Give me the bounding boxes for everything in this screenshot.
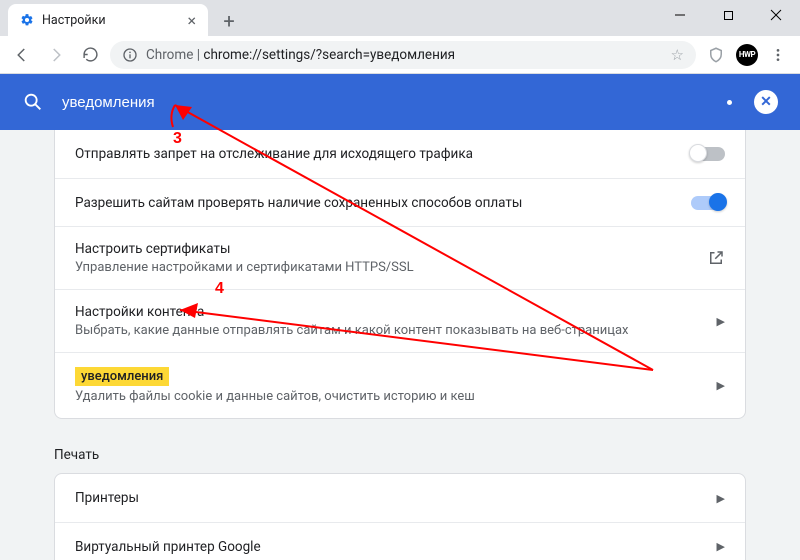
reload-button[interactable]: [76, 41, 104, 69]
tab-close-icon[interactable]: ×: [187, 11, 196, 30]
browser-toolbar: Chrome | chrome://settings/?search=уведо…: [0, 36, 800, 74]
section-print-label: Печать: [54, 443, 746, 463]
clear-search-button[interactable]: ✕: [754, 90, 778, 114]
row-content-settings[interactable]: Настройки контента Выбрать, какие данные…: [55, 289, 745, 352]
settings-search-input[interactable]: [62, 94, 727, 111]
chevron-right-icon: ▶: [717, 492, 725, 505]
back-button[interactable]: [8, 41, 36, 69]
row-subtitle: Управление настройками и сертификатами H…: [75, 260, 707, 275]
toggle-on[interactable]: [691, 196, 725, 210]
shield-icon[interactable]: [702, 41, 730, 69]
row-certificates[interactable]: Настроить сертификаты Управление настрой…: [55, 226, 745, 289]
gear-icon: [20, 13, 34, 27]
new-tab-button[interactable]: +: [214, 6, 244, 36]
chevron-right-icon: ▶: [717, 315, 725, 328]
forward-button[interactable]: [42, 41, 70, 69]
row-subtitle: Удалить файлы cookie и данные сайтов, оч…: [75, 389, 717, 404]
settings-search-bar: ✕: [0, 74, 800, 130]
chevron-right-icon: ▶: [717, 540, 725, 553]
browser-menu-button[interactable]: [764, 41, 792, 69]
window-controls: [656, 0, 800, 30]
row-subtitle: Выбрать, какие данные отправлять сайтам …: [75, 323, 717, 338]
privacy-card: Отправлять запрет на отслеживание для ис…: [54, 130, 746, 419]
profile-avatar[interactable]: HWP: [736, 44, 758, 66]
row-title: уведомления: [75, 367, 717, 386]
site-info-icon[interactable]: [122, 47, 138, 63]
row-title: Виртуальный принтер Google: [75, 539, 717, 555]
window-maximize-button[interactable]: [704, 0, 752, 30]
search-icon: [22, 91, 44, 113]
row-printers[interactable]: Принтеры ▶: [55, 474, 745, 522]
search-result-badge: [727, 100, 732, 105]
address-bar[interactable]: Chrome | chrome://settings/?search=уведо…: [110, 41, 696, 69]
row-title: Настройки контента: [75, 304, 717, 320]
search-highlight: уведомления: [75, 367, 169, 386]
tab-settings[interactable]: Настройки ×: [8, 4, 208, 36]
bookmark-star-icon[interactable]: ☆: [671, 46, 684, 64]
chevron-right-icon: ▶: [717, 379, 725, 392]
row-title: Отправлять запрет на отслеживание для ис…: [75, 146, 691, 162]
row-clear-browsing-data[interactable]: уведомления Удалить файлы cookie и данны…: [55, 352, 745, 418]
row-title: Настроить сертификаты: [75, 241, 707, 257]
tab-title: Настройки: [42, 13, 106, 28]
url-text: Chrome | chrome://settings/?search=уведо…: [146, 47, 455, 63]
row-title: Принтеры: [75, 490, 717, 506]
row-google-cloud-print[interactable]: Виртуальный принтер Google ▶: [55, 522, 745, 560]
row-payment-methods[interactable]: Разрешить сайтам проверять наличие сохра…: [55, 178, 745, 226]
open-external-icon: [707, 249, 725, 267]
toggle-off[interactable]: [691, 147, 725, 161]
settings-content: Отправлять запрет на отслеживание для ис…: [0, 130, 800, 560]
window-minimize-button[interactable]: [656, 0, 704, 30]
window-close-button[interactable]: [752, 0, 800, 30]
print-card: Принтеры ▶ Виртуальный принтер Google ▶: [54, 473, 746, 560]
row-do-not-track[interactable]: Отправлять запрет на отслеживание для ис…: [55, 130, 745, 178]
row-title: Разрешить сайтам проверять наличие сохра…: [75, 195, 691, 211]
